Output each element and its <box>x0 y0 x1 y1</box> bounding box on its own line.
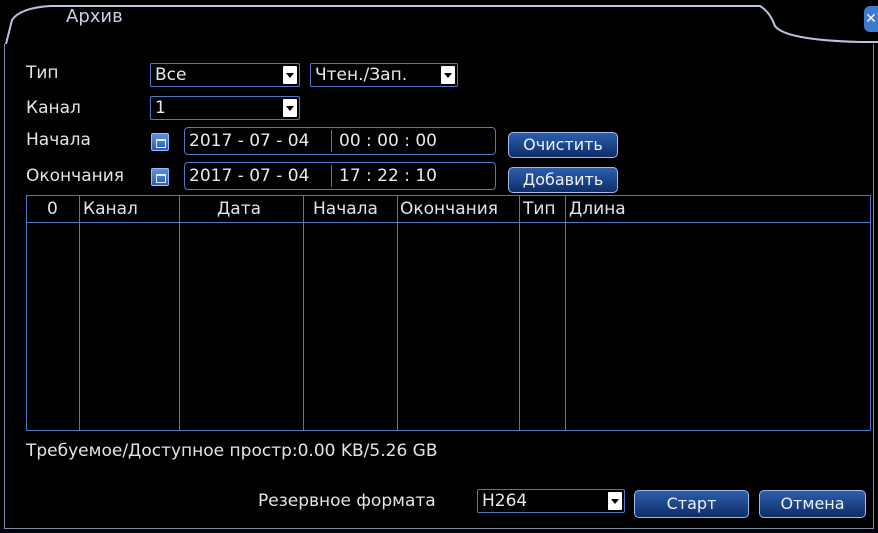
divider <box>331 130 332 152</box>
archive-window: Архив ✕ Тип Все Чтен./Зап. Канал 1 Начал… <box>0 0 878 533</box>
end-date[interactable]: 2017 - 07 - 04 <box>189 166 309 186</box>
type-select[interactable]: Все <box>150 63 300 87</box>
column-divider <box>179 196 180 430</box>
divider <box>331 165 332 187</box>
column-divider <box>303 196 304 430</box>
column-divider <box>79 196 80 430</box>
window-title: Архив <box>66 6 123 27</box>
column-header-date: Дата <box>217 199 262 219</box>
column-header-type: Тип <box>523 199 556 219</box>
end-label: Окончания <box>26 166 125 186</box>
calendar-icon[interactable] <box>151 133 169 151</box>
channel-select-value: 1 <box>155 98 166 118</box>
start-time[interactable]: 00 : 00 : 00 <box>339 131 437 151</box>
column-divider <box>397 196 398 430</box>
title-bar: Архив ✕ <box>0 0 878 44</box>
start-button[interactable]: Старт <box>634 490 749 518</box>
column-header-channel: Канал <box>83 199 138 219</box>
type-label: Тип <box>26 63 59 83</box>
storage-space-text: Требуемое/Доступное простр:0.00 KB/5.26 … <box>26 441 438 461</box>
column-divider <box>519 196 520 430</box>
clear-button[interactable]: Очистить <box>508 132 618 158</box>
column-header-start: Начала <box>313 199 378 219</box>
column-header-end: Окончания <box>400 199 499 219</box>
close-icon: ✕ <box>865 11 877 27</box>
start-datetime-field[interactable]: 2017 - 07 - 04 00 : 00 : 00 <box>184 127 496 155</box>
chevron-down-icon[interactable] <box>608 492 622 510</box>
channel-select[interactable]: 1 <box>150 96 300 120</box>
start-date[interactable]: 2017 - 07 - 04 <box>189 131 309 151</box>
calendar-icon[interactable] <box>151 168 169 186</box>
records-table[interactable]: 0 Канал Дата Начала Окончания Тип Длина <box>26 195 871 431</box>
backup-format-label: Резервное формата <box>258 491 436 511</box>
add-button[interactable]: Добавить <box>508 167 618 193</box>
end-time[interactable]: 17 : 22 : 10 <box>339 166 437 186</box>
type-select-value: Все <box>155 65 187 85</box>
column-header-length: Длина <box>569 199 626 219</box>
cancel-button[interactable]: Отмена <box>759 490 866 518</box>
chevron-down-icon[interactable] <box>441 66 455 84</box>
column-header-index: 0 <box>47 199 58 219</box>
backup-format-value: H264 <box>482 491 528 511</box>
start-label: Начала <box>26 130 91 150</box>
column-divider <box>565 196 566 430</box>
chevron-down-icon[interactable] <box>283 99 297 117</box>
channel-label: Канал <box>26 98 81 118</box>
backup-format-select[interactable]: H264 <box>477 489 625 513</box>
close-button[interactable]: ✕ <box>864 6 878 32</box>
rw-select[interactable]: Чтен./Зап. <box>310 63 458 87</box>
title-bar-shape <box>5 5 878 44</box>
chevron-down-icon[interactable] <box>283 66 297 84</box>
end-datetime-field[interactable]: 2017 - 07 - 04 17 : 22 : 10 <box>184 162 496 190</box>
rw-select-value: Чтен./Зап. <box>315 65 408 85</box>
